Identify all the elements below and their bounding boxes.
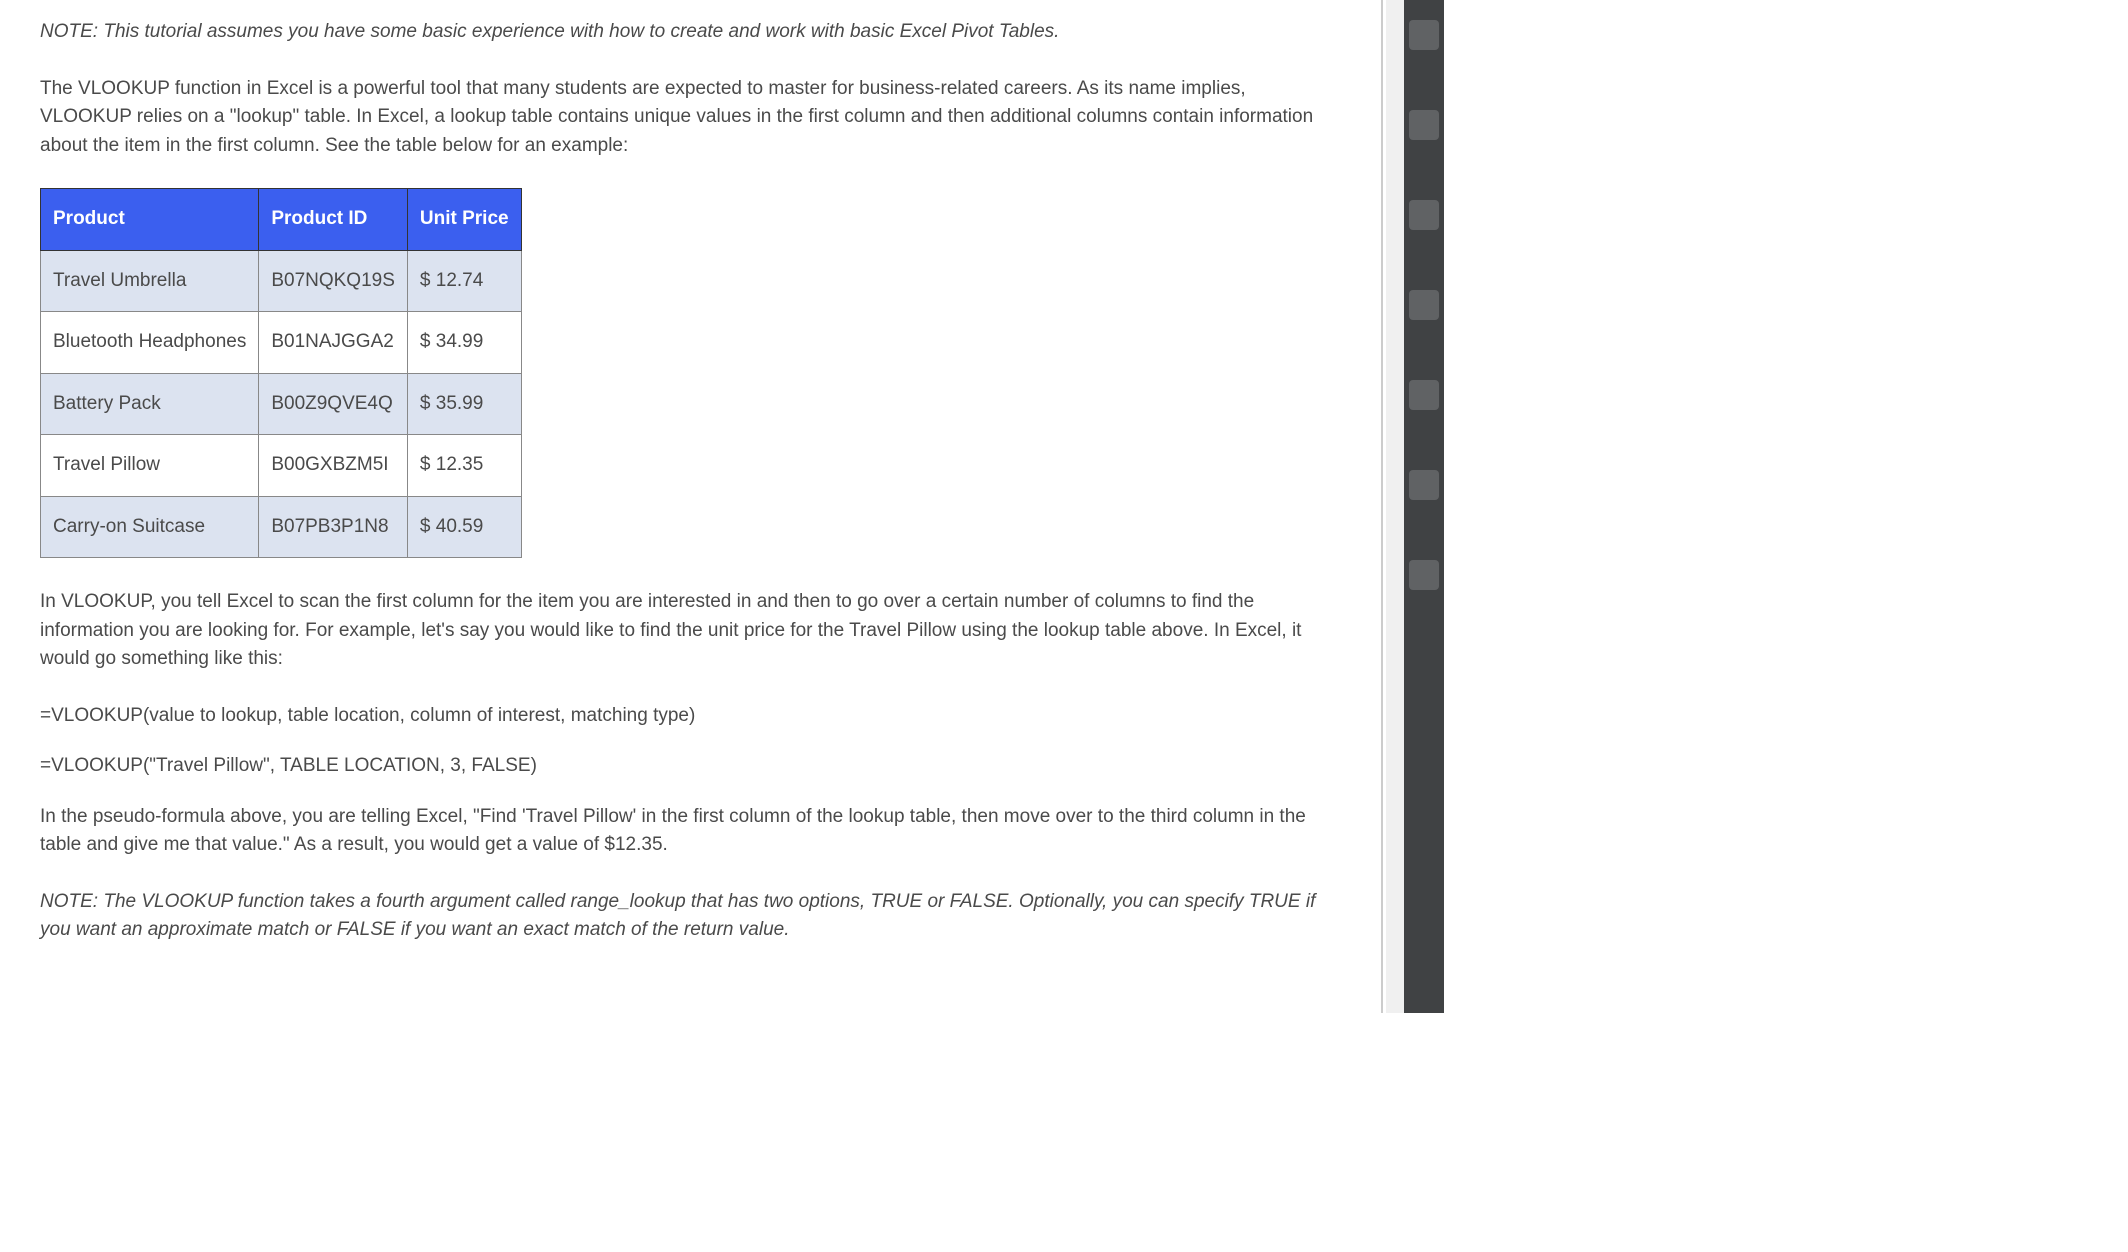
cell-unit-price: $ 40.59	[407, 496, 521, 558]
cell-unit-price: $ 35.99	[407, 373, 521, 435]
formula-generic: =VLOOKUP(value to lookup, table location…	[40, 702, 1338, 731]
table-row: Travel Pillow B00GXBZM5I $ 12.35	[41, 435, 522, 497]
sidebar-icon[interactable]	[1409, 200, 1439, 230]
table-row: Bluetooth Headphones B01NAJGGA2 $ 34.99	[41, 312, 522, 374]
range-lookup-note: NOTE: The VLOOKUP function takes a fourt…	[40, 888, 1338, 945]
paragraph-explain: In VLOOKUP, you tell Excel to scan the f…	[40, 588, 1338, 674]
cell-product-id: B07PB3P1N8	[259, 496, 408, 558]
cell-unit-price: $ 34.99	[407, 312, 521, 374]
cell-product-id: B01NAJGGA2	[259, 312, 408, 374]
scrollbar-track[interactable]	[1386, 0, 1404, 1013]
cell-product-id: B00Z9QVE4Q	[259, 373, 408, 435]
header-product: Product	[41, 189, 259, 251]
cell-product: Travel Pillow	[41, 435, 259, 497]
table-header-row: Product Product ID Unit Price	[41, 189, 522, 251]
cell-unit-price: $ 12.74	[407, 250, 521, 312]
paragraph-result: In the pseudo-formula above, you are tel…	[40, 803, 1338, 860]
paragraph-intro: The VLOOKUP function in Excel is a power…	[40, 75, 1338, 161]
vertical-divider	[1381, 0, 1383, 1013]
formula-example: =VLOOKUP("Travel Pillow", TABLE LOCATION…	[40, 752, 1338, 781]
sidebar-icon[interactable]	[1409, 470, 1439, 500]
cell-product: Travel Umbrella	[41, 250, 259, 312]
intro-note: NOTE: This tutorial assumes you have som…	[40, 18, 1338, 47]
header-unit-price: Unit Price	[407, 189, 521, 251]
cell-product: Carry-on Suitcase	[41, 496, 259, 558]
table-row: Carry-on Suitcase B07PB3P1N8 $ 40.59	[41, 496, 522, 558]
sidebar-icon[interactable]	[1409, 290, 1439, 320]
cell-product: Battery Pack	[41, 373, 259, 435]
cell-product: Bluetooth Headphones	[41, 312, 259, 374]
cell-product-id: B07NQKQ19S	[259, 250, 408, 312]
sidebar-icon[interactable]	[1409, 110, 1439, 140]
table-row: Travel Umbrella B07NQKQ19S $ 12.74	[41, 250, 522, 312]
header-product-id: Product ID	[259, 189, 408, 251]
sidebar-icon[interactable]	[1409, 560, 1439, 590]
sidebar-icon[interactable]	[1409, 20, 1439, 50]
sidebar-icon[interactable]	[1409, 380, 1439, 410]
cell-product-id: B00GXBZM5I	[259, 435, 408, 497]
table-row: Battery Pack B00Z9QVE4Q $ 35.99	[41, 373, 522, 435]
article-content: NOTE: This tutorial assumes you have som…	[0, 0, 1378, 1013]
lookup-table-example: Product Product ID Unit Price Travel Umb…	[40, 188, 522, 558]
cell-unit-price: $ 12.35	[407, 435, 521, 497]
right-sidebar	[1404, 0, 1444, 1013]
